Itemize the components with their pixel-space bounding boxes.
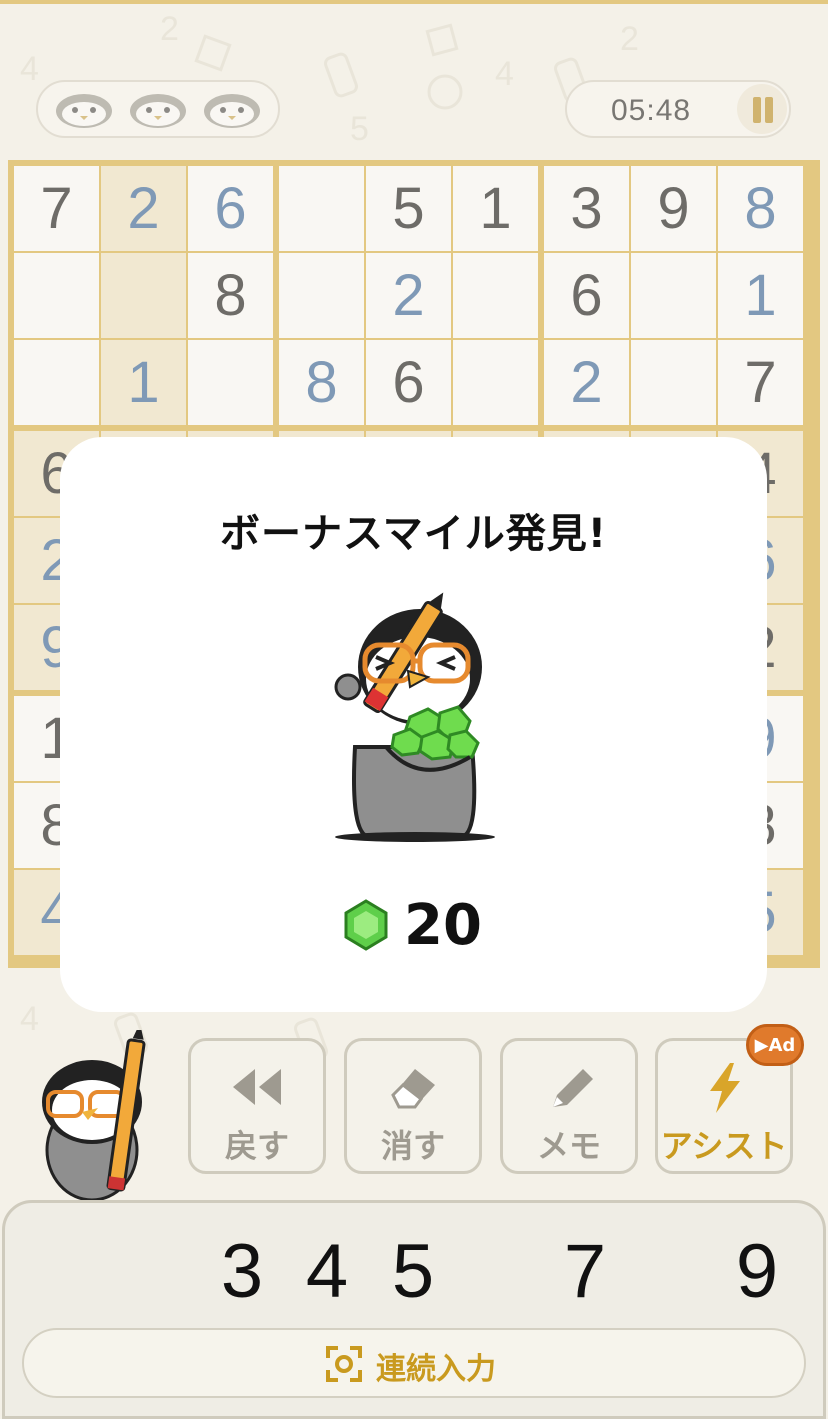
assist-label: アシスト <box>660 1127 788 1165</box>
sudoku-cell[interactable] <box>101 253 186 338</box>
svg-text:2: 2 <box>620 20 639 58</box>
memo-button[interactable]: メモ <box>500 1038 638 1174</box>
sudoku-cell[interactable]: 3 <box>544 166 629 251</box>
pause-button[interactable] <box>737 84 787 134</box>
sudoku-cell[interactable] <box>188 340 273 425</box>
sudoku-cell[interactable] <box>453 340 538 425</box>
sudoku-cell[interactable]: 8 <box>279 340 364 425</box>
sudoku-cell[interactable]: 7 <box>718 340 803 425</box>
pencil-icon <box>553 1069 593 1107</box>
lightning-icon <box>710 1063 740 1113</box>
continuous-input-label: 連続入力 <box>376 1352 496 1387</box>
target-frame-icon <box>326 1346 362 1382</box>
penguin-face-icon <box>204 94 260 128</box>
gem-icon <box>344 899 388 951</box>
lives-indicator <box>36 80 280 138</box>
sudoku-cell[interactable]: 1 <box>101 340 186 425</box>
sudoku-cell[interactable] <box>631 340 716 425</box>
modal-title: ボーナスマイル発見! <box>219 511 608 557</box>
sudoku-cell[interactable]: 1 <box>453 166 538 251</box>
svg-text:4: 4 <box>20 50 39 88</box>
number-key[interactable]: 5 <box>378 1228 448 1315</box>
ad-badge: ▶Ad <box>746 1024 804 1066</box>
svg-text:5: 5 <box>350 110 369 148</box>
sudoku-cell[interactable]: 9 <box>631 166 716 251</box>
penguin-face-icon <box>130 94 186 128</box>
erase-button[interactable]: 消す <box>344 1038 482 1174</box>
undo-label: 戻す <box>224 1127 289 1165</box>
number-key[interactable]: 4 <box>292 1228 362 1315</box>
sudoku-cell[interactable]: 2 <box>101 166 186 251</box>
eraser-icon <box>391 1069 435 1109</box>
sudoku-cell[interactable]: 5 <box>366 166 451 251</box>
sudoku-cell[interactable] <box>631 253 716 338</box>
sudoku-cell[interactable] <box>14 253 99 338</box>
sudoku-cell[interactable] <box>279 253 364 338</box>
bonus-modal[interactable]: ボーナスマイル発見! 20 <box>60 437 767 1012</box>
number-key[interactable]: 9 <box>722 1228 792 1315</box>
erase-label: 消す <box>380 1127 445 1165</box>
undo-button[interactable]: 戻す <box>188 1038 326 1174</box>
timer: 05:48 <box>565 80 791 138</box>
sudoku-cell[interactable] <box>453 253 538 338</box>
penguin-face-icon <box>56 94 112 128</box>
sudoku-cell[interactable]: 8 <box>188 253 273 338</box>
sudoku-cell[interactable]: 6 <box>366 340 451 425</box>
number-key[interactable]: 7 <box>550 1228 620 1315</box>
sudoku-cell[interactable]: 2 <box>544 340 629 425</box>
rewind-icon <box>233 1069 281 1105</box>
memo-label: メモ <box>536 1127 601 1165</box>
number-key[interactable]: 3 <box>207 1228 277 1315</box>
sudoku-cell[interactable]: 7 <box>14 166 99 251</box>
penguin-mascot-icon <box>42 1030 146 1200</box>
continuous-input-button[interactable]: 連続入力 <box>22 1328 806 1398</box>
sudoku-cell[interactable] <box>14 340 99 425</box>
pause-icon <box>753 97 761 123</box>
sudoku-cell[interactable]: 1 <box>718 253 803 338</box>
sudoku-cell[interactable]: 6 <box>188 166 273 251</box>
reward-amount: 20 <box>404 893 482 958</box>
sudoku-cell[interactable] <box>279 166 364 251</box>
svg-text:4: 4 <box>495 55 514 93</box>
sudoku-cell[interactable]: 2 <box>366 253 451 338</box>
timer-text: 05:48 <box>611 94 692 127</box>
sudoku-cell[interactable]: 8 <box>718 166 803 251</box>
sudoku-cell[interactable]: 6 <box>544 253 629 338</box>
svg-text:2: 2 <box>160 10 179 48</box>
penguin-with-gems-icon <box>334 592 495 842</box>
